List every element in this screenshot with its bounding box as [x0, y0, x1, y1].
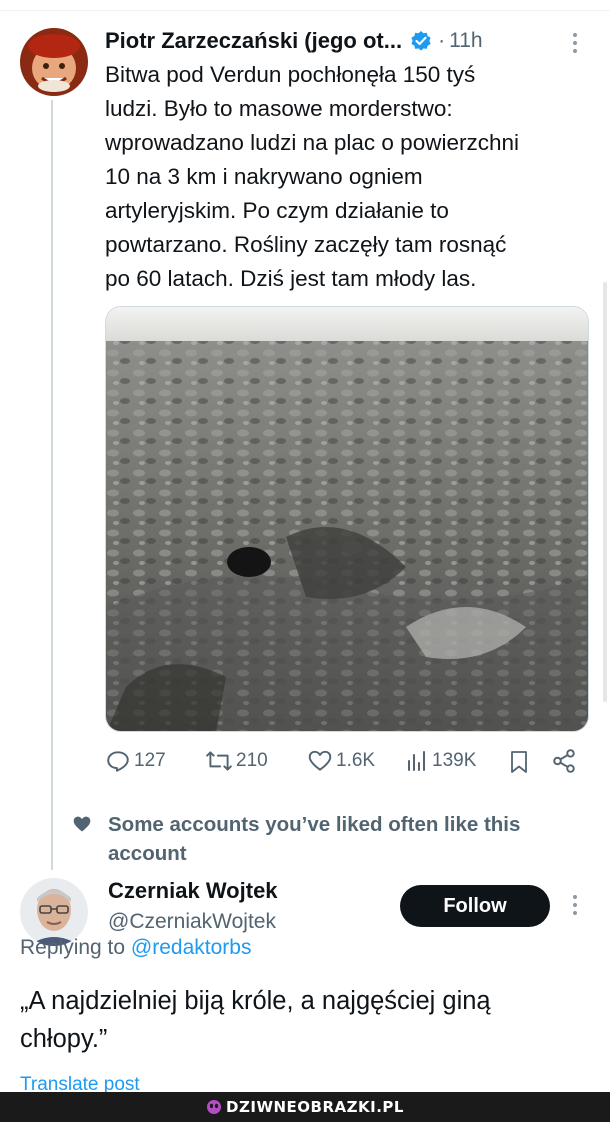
share-button[interactable]: [551, 748, 577, 774]
author-name[interactable]: Czerniak Wojtek: [108, 878, 278, 904]
more-options-icon[interactable]: [572, 33, 578, 53]
watermark-logo: DZIWNEOBRAZKI.PL: [206, 1098, 404, 1116]
follow-button[interactable]: Follow: [400, 885, 550, 927]
tweet-header: Piotr Zarzeczański (jego ot... · 11h: [105, 25, 483, 57]
views-icon: [408, 751, 425, 771]
repost-icon: [206, 751, 232, 771]
thread-line: [51, 100, 53, 870]
reply-count: 127: [134, 750, 166, 771]
replying-to-mention[interactable]: @redaktorbs: [131, 936, 252, 959]
views-count: 139K: [432, 750, 477, 771]
scrollbar[interactable]: [603, 282, 607, 702]
tweet-media-photo[interactable]: [105, 306, 589, 732]
watermark-text: DZIWNEOBRAZKI.PL: [226, 1098, 404, 1116]
share-icon: [553, 749, 575, 773]
tweet-text: Bitwa pod Verdun pochłonęła 150 tyś ludz…: [105, 62, 519, 291]
repost-button[interactable]: 210: [205, 748, 268, 774]
separator: ·: [438, 29, 446, 52]
alien-logo-icon: [207, 1100, 222, 1114]
heart-icon: [73, 816, 91, 832]
watermark-bar: DZIWNEOBRAZKI.PL: [0, 1092, 610, 1122]
verified-badge-icon: [410, 30, 432, 52]
reply-icon: [107, 751, 129, 772]
top-divider: [0, 10, 610, 11]
author-handle[interactable]: @CzerniakWojtek: [108, 910, 276, 934]
tweet-text: „A najdzielniej biją króle, a najgęściej…: [20, 987, 491, 1053]
replying-prefix: Replying to: [20, 936, 131, 959]
repost-count: 210: [236, 750, 268, 771]
more-options-icon[interactable]: [572, 895, 578, 915]
heart-outline-icon: [308, 750, 332, 771]
bookmark-icon: [511, 751, 527, 773]
avatar[interactable]: [20, 28, 88, 96]
reply-button[interactable]: 127: [105, 748, 166, 774]
tweet-actions: 127 210 1.6K 139K: [105, 748, 585, 780]
like-button[interactable]: 1.6K: [307, 748, 375, 774]
social-context-text: Some accounts you’ve liked often like th…: [108, 813, 521, 865]
like-count: 1.6K: [336, 750, 376, 771]
views-button[interactable]: 139K: [405, 748, 476, 774]
timestamp[interactable]: 11h: [449, 29, 482, 53]
author-name[interactable]: Piotr Zarzeczański (jego ot...: [105, 28, 402, 54]
bookmark-button[interactable]: [507, 748, 531, 776]
replying-to: Replying to @redaktorbs: [20, 936, 251, 960]
